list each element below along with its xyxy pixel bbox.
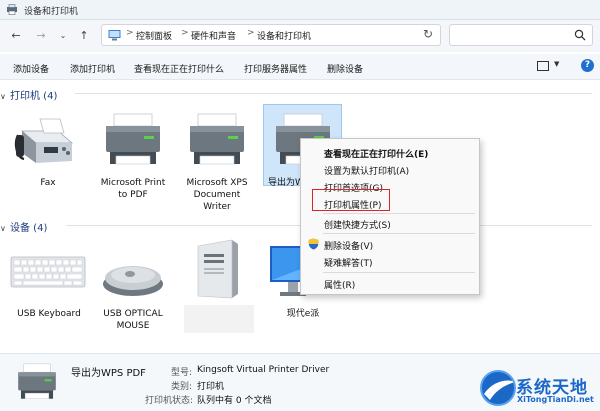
menu-remove-device[interactable]: 删除设备(V) [324,239,373,252]
arrow-left-icon[interactable]: ← [8,28,24,44]
device-label: 导出为W [268,178,302,188]
menu-create-shortcut[interactable]: 创建快捷方式(S) [324,218,391,231]
refresh-icon[interactable]: ↻ [421,27,435,41]
device-label: USB OPTICAL MOUSE [103,309,163,331]
printer-icon[interactable] [100,112,166,168]
details-status-key: 打印机状态: [145,396,194,406]
computer-tower-icon[interactable] [192,238,242,302]
breadcrumb-separator: > [247,28,255,38]
menu-troubleshoot[interactable]: 疑难解答(T) [324,256,373,269]
highlight-annotation-box [312,189,390,211]
menu-set-default[interactable]: 设置为默认打印机(A) [324,164,409,177]
view-dropdown-icon[interactable]: ▼ [554,60,559,68]
details-device-name: 导出为WPS PDF [71,368,146,379]
search-icon [574,29,586,41]
menu-properties[interactable]: 属性(R) [324,278,355,291]
view-icon[interactable] [537,61,549,71]
breadcrumb-separator: > [126,28,134,38]
keyboard-icon[interactable] [10,255,86,289]
device-label: USB Keyboard [17,309,81,319]
fax-icon[interactable] [14,113,82,169]
watermark-logo-icon [480,370,516,406]
collapse-chevron-icon[interactable]: ∨ [0,92,10,101]
add-device-button[interactable]: 添加设备 [13,62,49,75]
see-printing-button[interactable]: 查看现在正在打印什么 [134,62,224,75]
print-server-properties-button[interactable]: 打印服务器属性 [244,62,307,75]
menu-separator [323,213,475,214]
section-divider [75,93,592,94]
device-label: Microsoft XPS Document Writer [186,178,248,212]
details-category-value: 打印机 [197,382,225,392]
arrow-up-icon[interactable]: ↑ [76,28,92,44]
breadcrumb-hardware-sound[interactable]: 硬件和声音 [191,29,236,42]
devices-printers-icon [7,4,17,15]
add-printer-button[interactable]: 添加打印机 [70,62,115,75]
printers-section-header[interactable]: ∨ 打印机 (4) [0,87,57,102]
blurred-label [184,305,254,333]
devices-section-header[interactable]: ∨ 设备 (4) [0,219,47,234]
details-status-value: 队列中有 0 个文档 [197,396,272,406]
uac-shield-icon [308,238,319,250]
printer-icon[interactable] [184,112,250,168]
search-input[interactable] [449,24,593,46]
devices-header-label: 设备 (4) [10,223,48,234]
watermark-url: XiTongTianDi.net [517,395,594,404]
details-model-key: 型号: [171,368,193,378]
menu-see-printing[interactable]: 查看现在正在打印什么(E) [324,147,428,160]
arrow-right-icon[interactable]: → [33,28,49,44]
details-category-key: 类别: [171,382,193,392]
help-icon[interactable]: ? [581,59,594,72]
device-label: Fax [40,178,56,188]
title-bar: 设备和打印机 [0,0,600,20]
mouse-icon[interactable] [100,260,166,300]
address-bar[interactable]: > 控制面板 > 硬件和声音 > 设备和打印机 ⌄ [101,24,505,46]
menu-separator [323,233,475,234]
breadcrumb-separator: > [181,28,189,38]
menu-separator [323,272,475,273]
context-menu: 查看现在正在打印什么(E) 设置为默认打印机(A) 打印首选项(G) 打印机属性… [300,138,480,295]
remove-device-button[interactable]: 删除设备 [327,62,363,75]
device-label: 现代e派 [286,309,320,319]
command-bar: 添加设备 添加打印机 查看现在正在打印什么 打印服务器属性 删除设备 [0,54,600,80]
control-panel-icon [108,30,121,41]
chevron-down-icon[interactable]: ⌄ [55,28,71,44]
breadcrumb-control-panel[interactable]: 控制面板 [136,29,172,42]
printers-header-label: 打印机 (4) [10,91,58,102]
window-title: 设备和打印机 [24,7,79,17]
collapse-chevron-icon[interactable]: ∨ [0,224,10,233]
printer-icon [18,363,56,399]
details-model-value: Kingsoft Virtual Printer Driver [197,365,330,375]
device-label: Microsoft Print to PDF [100,178,166,200]
breadcrumb-devices-printers[interactable]: 设备和打印机 [257,29,311,42]
